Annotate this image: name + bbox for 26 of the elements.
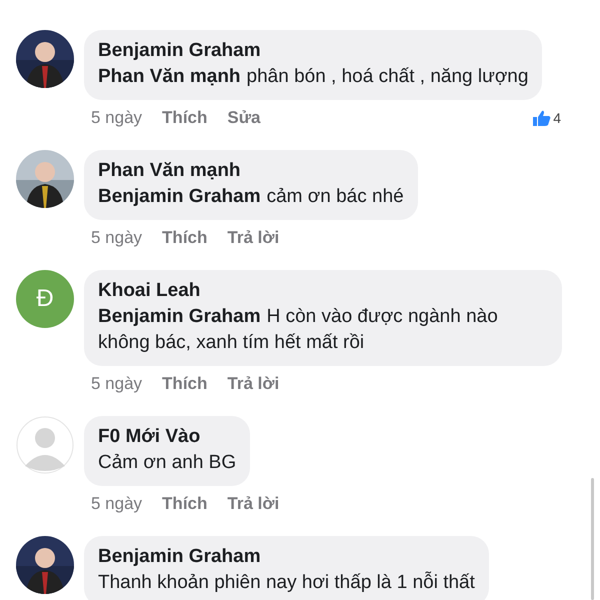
thumbs-up-icon	[533, 110, 552, 126]
comment-text: Benjamin Graham cảm ơn bác nhé	[98, 185, 404, 209]
comment-time: 5 ngày	[91, 494, 142, 514]
comment-action-link[interactable]: Thích	[162, 374, 208, 394]
comment-action-link[interactable]: Trả lời	[227, 494, 280, 514]
comment-author[interactable]: Benjamin Graham	[98, 38, 528, 64]
comment-action-link[interactable]: Trả lời	[227, 374, 280, 394]
comment-action-link[interactable]: Thích	[162, 228, 208, 248]
comment-text: Phan Văn mạnh phân bón , hoá chất , năng lượng	[98, 65, 528, 89]
comment-text: Benjamin Graham H còn vào được ngành nào không bác, xanh tím hết mất rồi	[98, 305, 499, 355]
comment-time: 5 ngày	[91, 228, 142, 248]
comment-author[interactable]: Khoai Leah	[98, 278, 548, 304]
comment-time: 5 ngày	[91, 108, 142, 128]
comment-action-link[interactable]: Thích	[162, 108, 208, 128]
comment-action-link[interactable]: Sửa	[227, 108, 260, 128]
like-count: 4	[553, 110, 561, 126]
comment-text: Thanh khoản phiên nay hơi thấp là 1 nỗi thất	[98, 570, 475, 595]
comment-text: Cảm ơn anh BG	[98, 451, 236, 475]
comment-action-link[interactable]: Thích	[162, 494, 208, 514]
avatar: Đ	[16, 270, 74, 328]
comment-time: 5 ngày	[91, 374, 142, 394]
comment-author[interactable]: Benjamin Graham	[98, 544, 475, 570]
default-avatar-icon	[16, 416, 74, 474]
comment-action-link[interactable]: Trả lời	[227, 228, 280, 248]
comment-author[interactable]: Phan Văn mạnh	[98, 158, 404, 184]
comment-author[interactable]: F0 Mới Vào	[98, 424, 236, 450]
